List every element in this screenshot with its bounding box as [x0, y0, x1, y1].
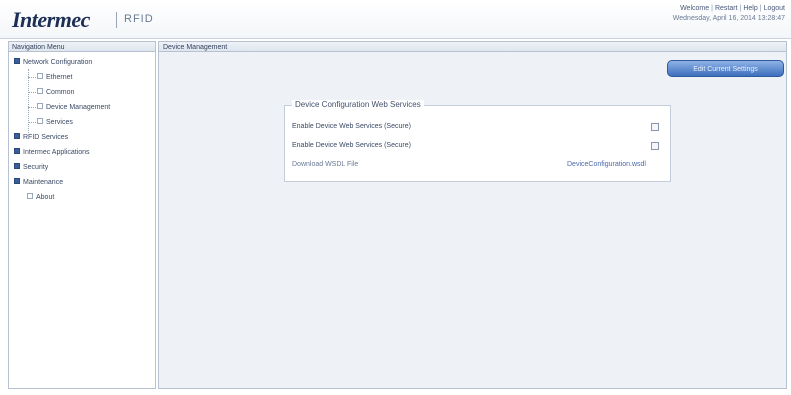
secure-web-services-label: Enable Device Web Services (Secure) [292, 123, 411, 130]
nav-item-services[interactable]: Services [37, 118, 73, 128]
nav-panel-title: Navigation Menu [8, 41, 156, 52]
nav-item-label: RFID Services [23, 134, 69, 141]
nav-item-intermec-applications[interactable]: Intermec Applications [14, 148, 90, 158]
nav-item-maintenance[interactable]: Maintenance [14, 178, 63, 188]
page-icon [37, 73, 43, 80]
folder-icon [14, 58, 20, 65]
navigation-menu: Network Configuration Ethernet Common De… [8, 52, 156, 389]
nav-item-label: Intermec Applications [23, 149, 90, 156]
nav-item-common[interactable]: Common [37, 88, 74, 98]
nav-item-label: Ethernet [46, 74, 73, 81]
page-icon [37, 103, 43, 110]
main-panel-title: Device Management [158, 41, 787, 52]
download-wsdl-label: Download WSDL File [292, 161, 359, 168]
app-header: Intermec RFID Welcome | Restart | Help | Logou… [0, 0, 791, 39]
intermec-logo: Intermec [12, 7, 90, 32]
nav-item-about[interactable]: About [27, 193, 54, 203]
tree-connector [28, 77, 36, 79]
restart-link[interactable]: Restart [715, 5, 738, 12]
web-services-checkbox[interactable] [651, 142, 659, 150]
nav-item-ethernet[interactable]: Ethernet [37, 73, 72, 83]
logout-link[interactable]: Logout [764, 5, 785, 12]
web-services-label: Enable Device Web Services (Secure) [292, 142, 411, 149]
nav-item-security[interactable]: Security [14, 163, 48, 173]
main-content: Edit Current Settings Device Configurati… [158, 52, 787, 389]
current-datetime: Wednesday, April 16, 2014 13:28:47 [672, 15, 785, 22]
edit-current-settings-button[interactable]: Edit Current Settings [667, 60, 784, 77]
nav-item-label: Common [46, 89, 75, 96]
help-link[interactable]: Help [743, 5, 757, 12]
tree-connector [28, 92, 36, 94]
nav-item-network-configuration[interactable]: Network Configuration [14, 58, 92, 68]
top-links: Welcome | Restart | Help | Logout Wednesday, A… [672, 5, 785, 22]
nav-item-label: Network Configuration [23, 59, 93, 66]
web-services-fieldset: Device Configuration Web Services Enable… [284, 100, 671, 182]
folder-icon [14, 133, 20, 140]
welcome-link[interactable]: Welcome [680, 5, 709, 12]
folder-icon [14, 148, 20, 155]
folder-icon [14, 163, 20, 170]
nav-item-label: Security [23, 164, 49, 171]
page-icon [27, 193, 33, 200]
nav-item-label: About [36, 194, 55, 201]
wsdl-download-link[interactable]: DeviceConfiguration.wsdl [567, 161, 646, 168]
folder-icon [14, 178, 20, 185]
fieldset-legend: Device Configuration Web Services [292, 100, 424, 109]
page-icon [37, 88, 43, 95]
product-name: RFID [124, 13, 154, 25]
secure-web-services-checkbox[interactable] [651, 123, 659, 131]
page-icon [37, 118, 43, 125]
logo-divider [116, 12, 117, 28]
tree-connector [28, 107, 36, 109]
tree-connector [28, 122, 36, 124]
nav-item-label: Device Management [46, 104, 111, 111]
nav-item-rfid-services[interactable]: RFID Services [14, 133, 68, 143]
nav-item-label: Services [46, 119, 73, 126]
nav-item-device-management[interactable]: Device Management [37, 103, 110, 113]
nav-item-label: Maintenance [23, 179, 64, 186]
